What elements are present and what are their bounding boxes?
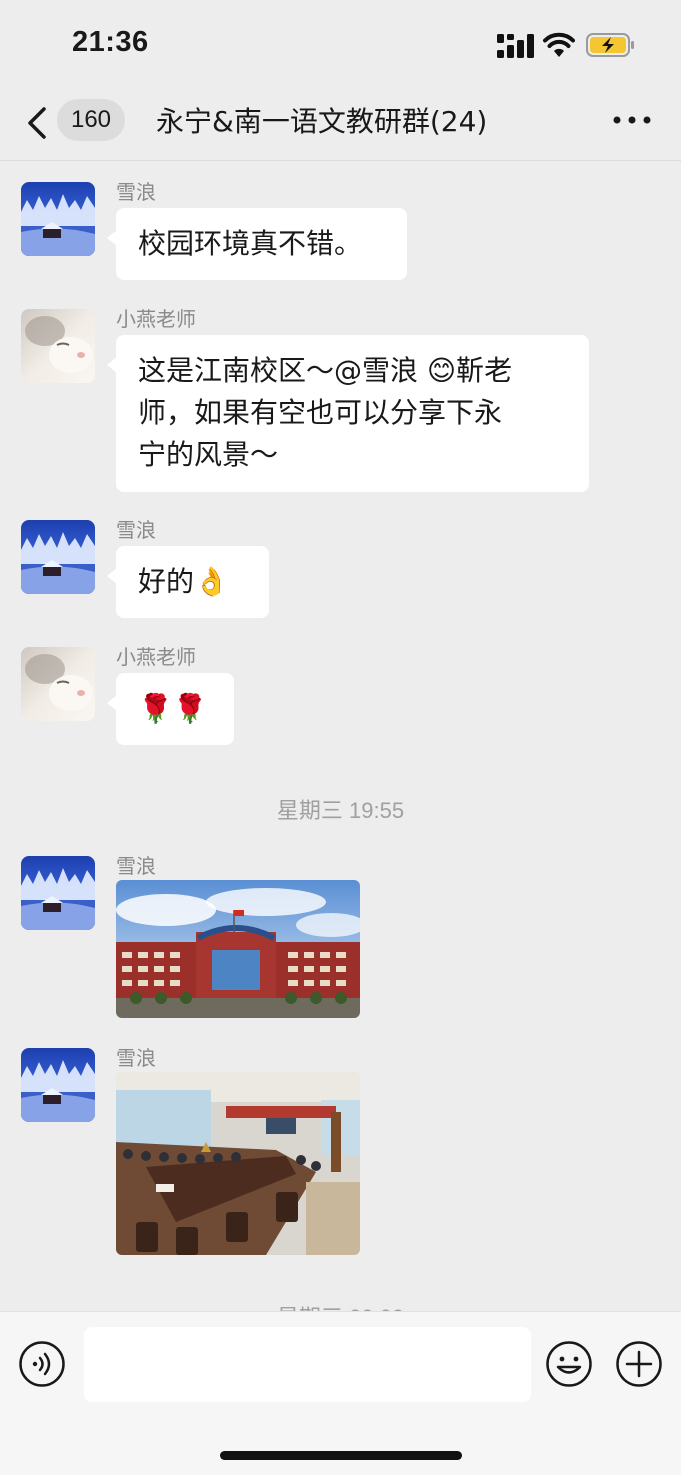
message-text: 好的👌 <box>138 565 229 598</box>
wifi-icon <box>543 32 575 57</box>
avatar-snow-cabin[interactable] <box>21 182 95 256</box>
school-building-photo[interactable] <box>116 880 360 1018</box>
sender-name: 雪浪 <box>116 854 156 878</box>
text-bubble[interactable]: 🌹🌹 <box>107 673 234 745</box>
voice-input-icon[interactable] <box>18 1340 66 1388</box>
sender-name: 小燕老师 <box>116 645 196 669</box>
message-text: 校园环境真不错。 <box>138 227 363 260</box>
message-text-line: 宁的风景～ <box>138 438 279 471</box>
text-bubble[interactable]: 这是江南校区～@雪浪 😊靳老 师，如果有空也可以分享下永 宁的风景～ <box>107 335 589 492</box>
input-bar <box>0 1311 681 1475</box>
home-indicator <box>220 1451 462 1460</box>
battery-charging-icon <box>586 33 634 57</box>
status-time: 21:36 <box>72 26 149 58</box>
message-text-line: 这是江南校区～@雪浪 😊靳老 <box>138 354 513 387</box>
avatar-snow-cabin[interactable] <box>21 520 95 594</box>
status-bar: 21:36 <box>0 0 681 90</box>
sender-name: 雪浪 <box>116 1046 156 1070</box>
message-input[interactable] <box>84 1327 531 1402</box>
chat-header: 160 永宁&南一语文教研群(24) <box>0 90 681 161</box>
avatar-cat[interactable] <box>21 309 95 383</box>
avatar-cat[interactable] <box>21 647 95 721</box>
cellular-signal-icon <box>497 34 534 58</box>
avatar-snow-cabin[interactable] <box>21 1048 95 1122</box>
avatar-snow-cabin[interactable] <box>21 856 95 930</box>
unread-count-badge[interactable]: 160 <box>57 99 125 141</box>
sender-name: 小燕老师 <box>116 307 196 331</box>
back-chevron-icon[interactable] <box>22 103 52 143</box>
sender-name: 雪浪 <box>116 180 156 204</box>
text-bubble[interactable]: 好的👌 <box>107 546 269 618</box>
text-bubble[interactable]: 校园环境真不错。 <box>107 208 407 280</box>
meeting-room-photo[interactable] <box>116 1072 360 1255</box>
timestamp-divider: 星期三 19:55 <box>276 798 405 823</box>
emoji-icon[interactable] <box>545 1340 593 1388</box>
more-options-icon[interactable] <box>612 112 652 128</box>
plus-icon[interactable] <box>615 1340 663 1388</box>
sender-name: 雪浪 <box>116 518 156 542</box>
message-text-line: 师，如果有空也可以分享下永 <box>138 396 503 429</box>
message-text: 🌹🌹 <box>138 692 208 725</box>
chat-title: 永宁&南一语文教研群(24) <box>156 105 488 138</box>
